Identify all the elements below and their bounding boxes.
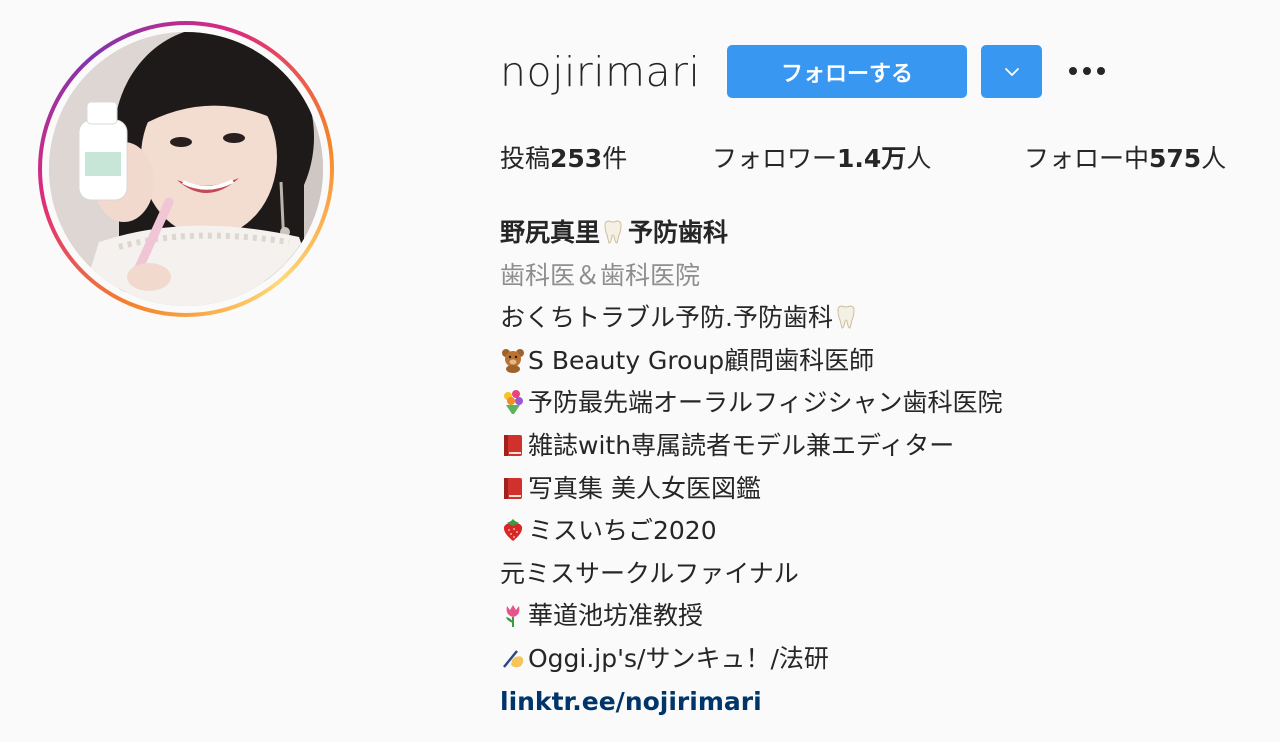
- bio-line: 予防最先端オーラルフィジシャン歯科医院: [500, 382, 1240, 425]
- followers-stat[interactable]: フォロワー1.4万人: [712, 141, 931, 177]
- profile-page: nojirimari フォローする 投稿253件 フォロワー1.4万人 フォロー…: [0, 0, 1280, 742]
- bio-external-link[interactable]: linktr.ee/nojirimari: [500, 687, 762, 716]
- tooth-emoji: [600, 219, 626, 245]
- bio-line: 元ミスサークルファイナル: [500, 558, 799, 588]
- story-ring[interactable]: [38, 21, 334, 317]
- bio-line: おくちトラブル予防.予防歯科: [500, 297, 1240, 340]
- bio-line: ミスいちご2020: [500, 510, 1240, 553]
- red-book-emoji: [500, 475, 526, 501]
- tooth-emoji: [833, 304, 859, 330]
- bio-link-line: linktr.ee/nojirimari: [500, 681, 1240, 724]
- posts-stat: 投稿253件: [500, 144, 628, 173]
- strawberry-emoji: [500, 517, 526, 543]
- bouquet-emoji: [500, 389, 526, 415]
- following-stat[interactable]: フォロー中575人: [1024, 141, 1226, 177]
- writing-hand-emoji: [500, 645, 526, 671]
- profile-photo: [49, 32, 323, 306]
- red-book-emoji: [500, 432, 526, 458]
- following-count: 575: [1149, 144, 1202, 173]
- followers-count: 1.4万: [837, 144, 907, 173]
- suggested-accounts-button[interactable]: [981, 45, 1042, 98]
- teddy-bear-emoji: [500, 347, 526, 373]
- more-options-button[interactable]: [1066, 56, 1108, 86]
- tulip-emoji: [500, 602, 526, 628]
- bio-full-name: 野尻真里 予防歯科: [500, 218, 729, 247]
- more-options-icon: [1069, 67, 1105, 75]
- bio: 野尻真里 予防歯科 歯科医＆歯科医院 おくちトラブル予防.予防歯科 S Beaut…: [500, 212, 1240, 723]
- bio-line: 雑誌with専属読者モデル兼エディター: [500, 425, 1240, 468]
- avatar[interactable]: [49, 32, 323, 306]
- bio-line: Oggi.jp's/サンキュ！/法研: [500, 638, 1240, 681]
- posts-count: 253: [550, 144, 603, 173]
- bio-line: 華道池坊准教授: [500, 595, 1240, 638]
- chevron-down-icon: [1004, 67, 1019, 76]
- bio-line: S Beauty Group顧問歯科医師: [500, 340, 1240, 383]
- follow-button[interactable]: フォローする: [727, 45, 967, 98]
- bio-category: 歯科医＆歯科医院: [500, 260, 701, 290]
- username: nojirimari: [500, 48, 701, 96]
- bio-line: 写真集 美人女医図鑑: [500, 468, 1240, 511]
